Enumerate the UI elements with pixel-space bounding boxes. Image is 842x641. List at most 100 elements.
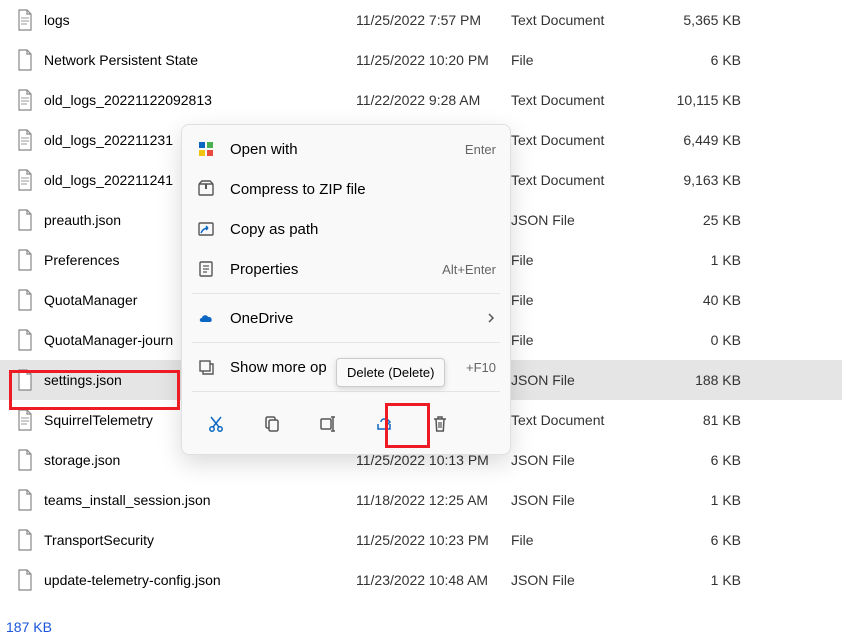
file-type: Text Document [511, 412, 661, 428]
menu-label: Copy as path [230, 221, 496, 238]
menu-shortcut: +F10 [466, 360, 496, 375]
file-name: old_logs_202211231 [44, 132, 173, 148]
cut-button[interactable] [198, 406, 234, 442]
file-size: 6 KB [661, 532, 761, 548]
file-type: Text Document [511, 92, 661, 108]
file-size: 81 KB [661, 412, 761, 428]
file-date: 11/25/2022 7:57 PM [356, 12, 511, 28]
show-more-icon [196, 357, 216, 377]
file-name: settings.json [44, 372, 122, 388]
file-row[interactable]: logs 11/25/2022 7:57 PMText Document5,365… [0, 0, 842, 40]
file-date: 11/18/2022 12:25 AM [356, 492, 511, 508]
file-type: JSON File [511, 372, 661, 388]
file-name: Preferences [44, 252, 119, 268]
file-row[interactable]: teams_install_session.json 11/18/2022 12:… [0, 480, 842, 520]
zip-icon [196, 179, 216, 199]
file-icon [16, 329, 34, 351]
rename-button[interactable] [310, 406, 346, 442]
text-document-icon [16, 129, 34, 151]
file-type: JSON File [511, 452, 661, 468]
file-type: File [511, 332, 661, 348]
share-button[interactable] [366, 406, 402, 442]
file-row[interactable]: old_logs_20221122092813 11/22/2022 9:28 A… [0, 80, 842, 120]
copy-path-icon [196, 219, 216, 239]
file-name: old_logs_202211241 [44, 172, 173, 188]
file-name-cell: teams_install_session.json [16, 489, 356, 511]
file-size: 0 KB [661, 332, 761, 348]
file-name-cell: old_logs_20221122092813 [16, 89, 356, 111]
file-size: 10,115 KB [661, 92, 761, 108]
menu-label: OneDrive [230, 310, 480, 327]
file-icon [16, 449, 34, 471]
file-name: preauth.json [44, 212, 121, 228]
menu-compress-zip[interactable]: Compress to ZIP file [182, 169, 510, 209]
properties-icon [196, 259, 216, 279]
file-size: 5,365 KB [661, 12, 761, 28]
copy-button[interactable] [254, 406, 290, 442]
file-size: 40 KB [661, 292, 761, 308]
file-date: 11/23/2022 10:48 AM [356, 572, 511, 588]
file-name: logs [44, 12, 70, 28]
file-name: old_logs_20221122092813 [44, 92, 212, 108]
file-icon [16, 249, 34, 271]
file-size: 9,163 KB [661, 172, 761, 188]
file-size: 6,449 KB [661, 132, 761, 148]
file-name: update-telemetry-config.json [44, 572, 221, 588]
menu-label: Properties [230, 261, 442, 278]
file-row[interactable]: Network Persistent State 11/25/2022 10:20… [0, 40, 842, 80]
open-with-icon [196, 139, 216, 159]
file-row[interactable]: update-telemetry-config.json 11/23/2022 1… [0, 560, 842, 600]
file-type: File [511, 52, 661, 68]
text-document-icon [16, 89, 34, 111]
file-date: 11/25/2022 10:23 PM [356, 532, 511, 548]
menu-separator [192, 293, 500, 294]
file-size: 6 KB [661, 52, 761, 68]
file-type: JSON File [511, 492, 661, 508]
menu-shortcut: Enter [465, 142, 496, 157]
menu-separator [192, 391, 500, 392]
delete-button[interactable] [422, 406, 458, 442]
file-size: 6 KB [661, 452, 761, 468]
file-icon [16, 209, 34, 231]
file-type: JSON File [511, 572, 661, 588]
file-name-cell: update-telemetry-config.json [16, 569, 356, 591]
chevron-right-icon [486, 313, 496, 323]
file-icon [16, 49, 34, 71]
file-name-cell: Network Persistent State [16, 49, 356, 71]
file-date: 11/22/2022 9:28 AM [356, 92, 511, 108]
file-icon [16, 569, 34, 591]
delete-tooltip: Delete (Delete) [336, 358, 445, 387]
menu-action-row [182, 396, 510, 450]
file-name: Network Persistent State [44, 52, 198, 68]
file-name: storage.json [44, 452, 120, 468]
menu-copy-as-path[interactable]: Copy as path [182, 209, 510, 249]
file-icon [16, 529, 34, 551]
file-row[interactable]: TransportSecurity11/25/2022 10:23 PMFile… [0, 520, 842, 560]
file-name: QuotaManager-journ [44, 332, 173, 348]
file-type: Text Document [511, 12, 661, 28]
file-size: 1 KB [661, 252, 761, 268]
file-icon [16, 289, 34, 311]
menu-label: Compress to ZIP file [230, 181, 496, 198]
file-type: JSON File [511, 212, 661, 228]
file-date: 11/25/2022 10:20 PM [356, 52, 511, 68]
file-type: File [511, 252, 661, 268]
onedrive-icon [196, 308, 216, 328]
menu-shortcut: Alt+Enter [442, 262, 496, 277]
menu-onedrive[interactable]: OneDrive [182, 298, 510, 338]
text-document-icon [16, 9, 34, 31]
file-size: 188 KB [661, 372, 761, 388]
file-icon [16, 369, 34, 391]
file-name: teams_install_session.json [44, 492, 211, 508]
status-bar: 187 KB [0, 617, 58, 641]
text-document-icon [16, 409, 34, 431]
file-name: SquirrelTelemetry [44, 412, 153, 428]
file-name-cell: TransportSecurity [16, 529, 356, 551]
file-type: Text Document [511, 172, 661, 188]
menu-properties[interactable]: Properties Alt+Enter [182, 249, 510, 289]
file-size: 1 KB [661, 492, 761, 508]
context-menu: Open with Enter Compress to ZIP file Cop… [181, 124, 511, 455]
menu-open-with[interactable]: Open with Enter [182, 129, 510, 169]
menu-label: Open with [230, 141, 465, 158]
menu-separator [192, 342, 500, 343]
